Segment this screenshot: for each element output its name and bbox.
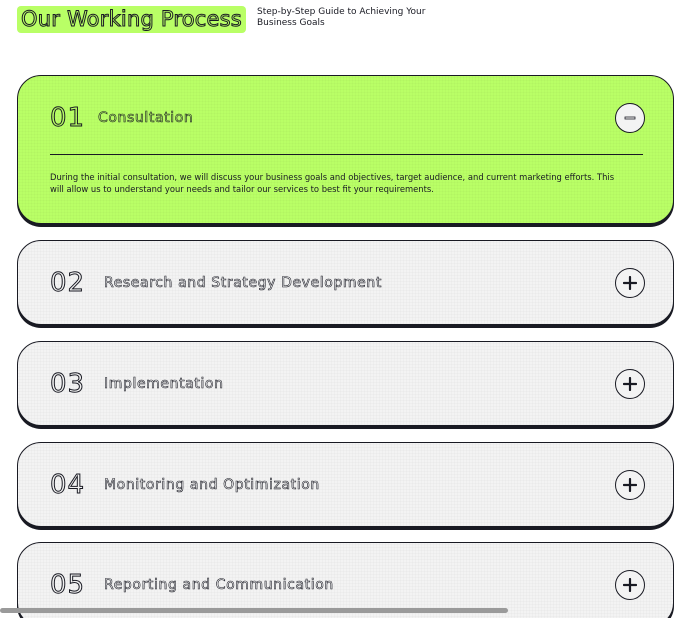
horizontal-scrollbar[interactable] — [0, 608, 508, 613]
expand-button[interactable] — [615, 268, 645, 298]
step-title[interactable]: Reporting and Communication — [104, 576, 334, 594]
step-number: 04 — [49, 470, 86, 501]
process-step-04[interactable]: 04 Monitoring and Optimization — [17, 442, 674, 527]
step-number: 03 — [49, 369, 86, 400]
expand-button[interactable] — [615, 570, 645, 600]
section-subtitle: Step-by-Step Guide to Achieving Your Bus… — [257, 7, 426, 28]
step-number: 01 — [49, 103, 86, 134]
section-title: Our Working Process — [17, 6, 246, 33]
step-title[interactable]: Monitoring and Optimization — [104, 476, 320, 494]
process-step-05[interactable]: 05 Reporting and Communication — [17, 542, 674, 618]
expand-button[interactable] — [615, 470, 645, 500]
minus-icon — [624, 116, 636, 120]
process-step-03[interactable]: 03 Implementation — [17, 341, 674, 426]
plus-icon — [623, 478, 637, 492]
process-step-01: 01 Consultation During the initial consu… — [17, 75, 674, 224]
page: Our Working Process Step-by-Step Guide t… — [0, 0, 676, 618]
step-number: 02 — [49, 268, 86, 299]
step-title[interactable]: Research and Strategy Development — [104, 274, 382, 292]
plus-icon — [623, 578, 637, 592]
process-step-02[interactable]: 02 Research and Strategy Development — [17, 240, 674, 325]
step-number: 05 — [49, 570, 86, 601]
step-description: During the initial consultation, we will… — [50, 172, 615, 194]
expand-button[interactable] — [615, 369, 645, 399]
step-title[interactable]: Implementation — [104, 375, 224, 393]
divider — [50, 154, 643, 155]
step-title[interactable]: Consultation — [98, 109, 193, 127]
plus-icon — [623, 377, 637, 391]
collapse-button[interactable] — [615, 103, 645, 133]
plus-icon — [623, 276, 637, 290]
